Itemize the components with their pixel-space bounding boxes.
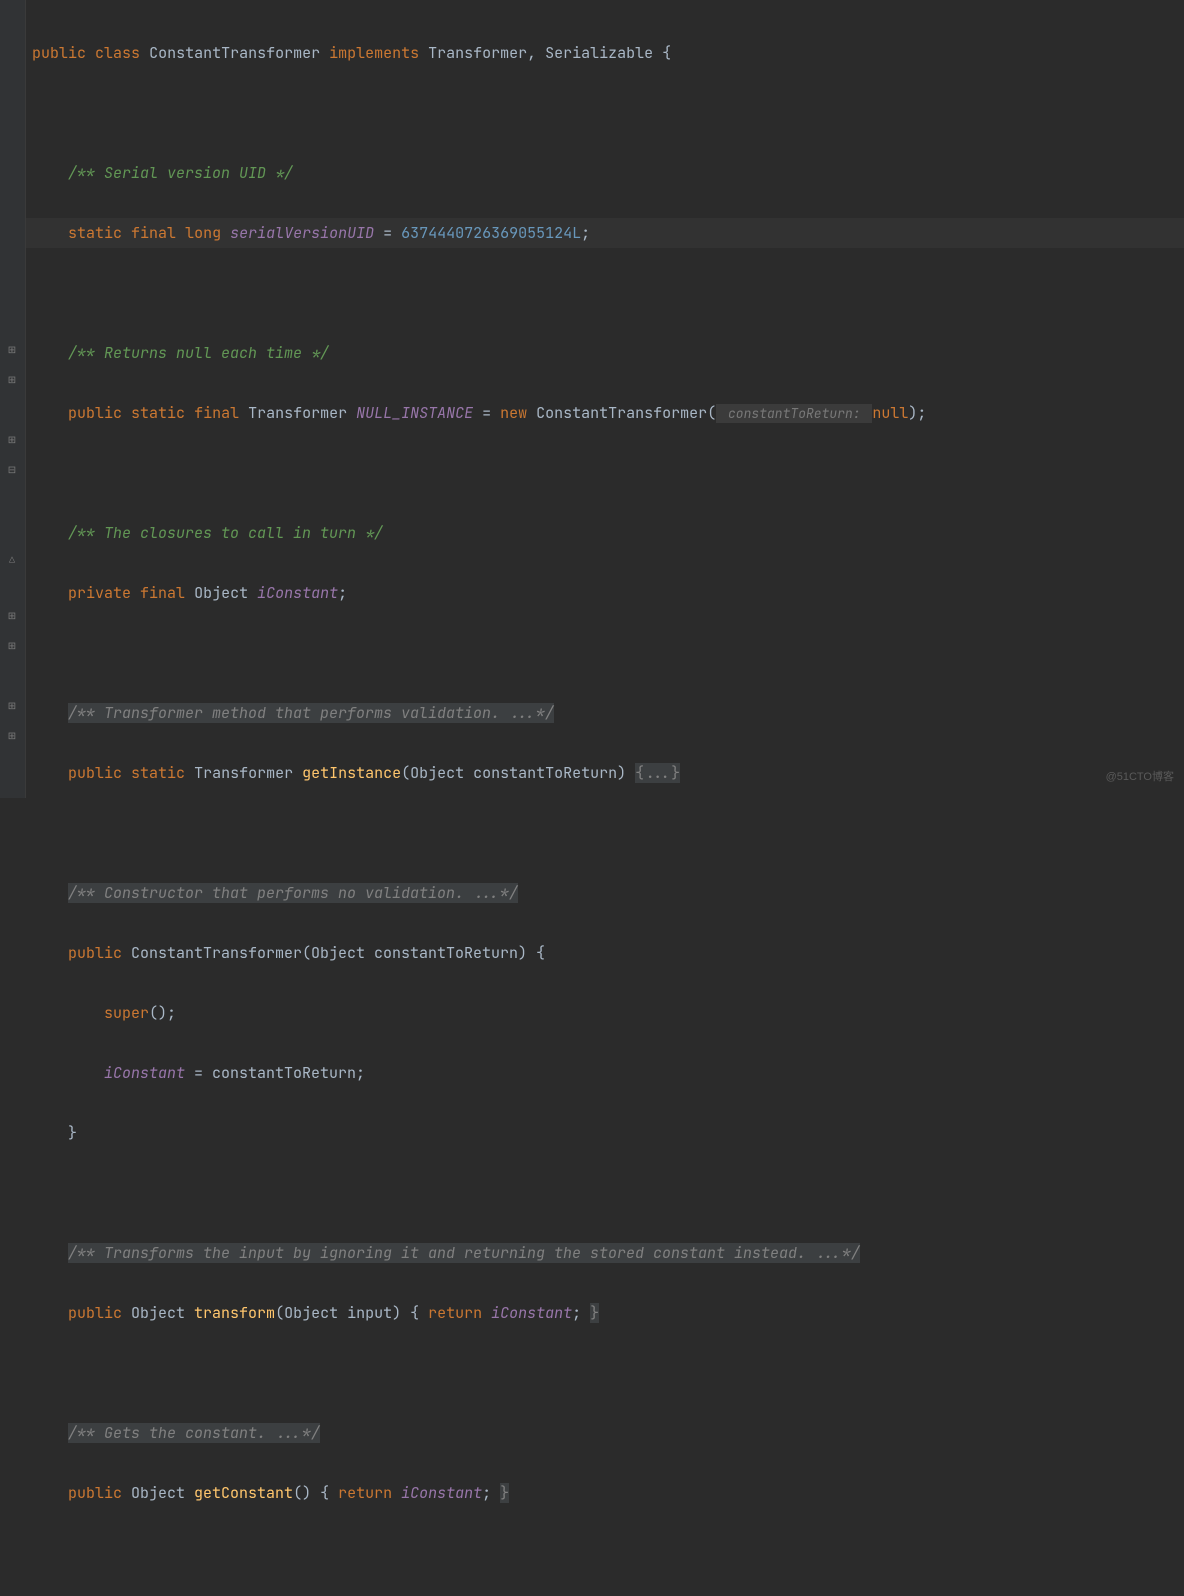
code-line: /** Serial version UID */ (32, 158, 926, 188)
code-line (32, 1358, 926, 1388)
code-line: } (32, 1118, 926, 1148)
watermark-text: @51CTO博客 (1106, 762, 1174, 792)
code-line: static final long serialVersionUID = 637… (32, 218, 926, 248)
code-line: iConstant = constantToReturn; (32, 1058, 926, 1088)
code-line (32, 638, 926, 668)
folded-body: {...} (635, 763, 680, 783)
code-line: public Object getConstant() { return iCo… (32, 1478, 926, 1508)
code-line: public Object transform(Object input) { … (32, 1298, 926, 1328)
inline-hint: constantToReturn: (716, 404, 872, 423)
fold-expand-icon[interactable]: ⊞ (5, 609, 19, 623)
code-line (32, 1538, 926, 1568)
code-line (32, 1178, 926, 1208)
editor-gutter: ⊞ ⊞ ⊞ ⊟ △ ⊞ ⊞ ⊞ ⊞ (0, 0, 26, 798)
code-line: /** Transformer method that performs val… (32, 698, 926, 728)
code-line: public static Transformer getInstance(Ob… (32, 758, 926, 788)
fold-expand-icon[interactable]: ⊞ (5, 343, 19, 357)
code-line (32, 278, 926, 308)
code-line: /** Returns null each time */ (32, 338, 926, 368)
fold-collapse-icon[interactable]: ⊟ (5, 463, 19, 477)
fold-expand-icon[interactable]: ⊞ (5, 699, 19, 713)
fold-expand-icon[interactable]: ⊞ (5, 729, 19, 743)
folded-javadoc: /** Gets the constant. ...*/ (68, 1423, 320, 1443)
code-line (32, 458, 926, 488)
code-line: /** Constructor that performs no validat… (32, 878, 926, 908)
code-line (32, 818, 926, 848)
folded-javadoc: /** Transforms the input by ignoring it … (68, 1243, 860, 1263)
code-line: public class ConstantTransformer impleme… (32, 38, 926, 68)
code-line: public static final Transformer NULL_INS… (32, 398, 926, 428)
code-line: super(); (32, 998, 926, 1028)
fold-expand-icon[interactable]: ⊞ (5, 639, 19, 653)
code-editor[interactable]: public class ConstantTransformer impleme… (32, 8, 926, 1596)
code-line: public ConstantTransformer(Object consta… (32, 938, 926, 968)
fold-expand-icon[interactable]: ⊞ (5, 433, 19, 447)
code-line: private final Object iConstant; (32, 578, 926, 608)
code-line: /** Transforms the input by ignoring it … (32, 1238, 926, 1268)
fold-expand-icon[interactable]: ⊞ (5, 373, 19, 387)
folded-javadoc: /** Constructor that performs no validat… (68, 883, 518, 903)
code-line: /** The closures to call in turn */ (32, 518, 926, 548)
folded-javadoc: /** Transformer method that performs val… (68, 703, 554, 723)
override-up-icon[interactable]: △ (5, 553, 19, 567)
code-line: /** Gets the constant. ...*/ (32, 1418, 926, 1448)
code-line (32, 98, 926, 128)
